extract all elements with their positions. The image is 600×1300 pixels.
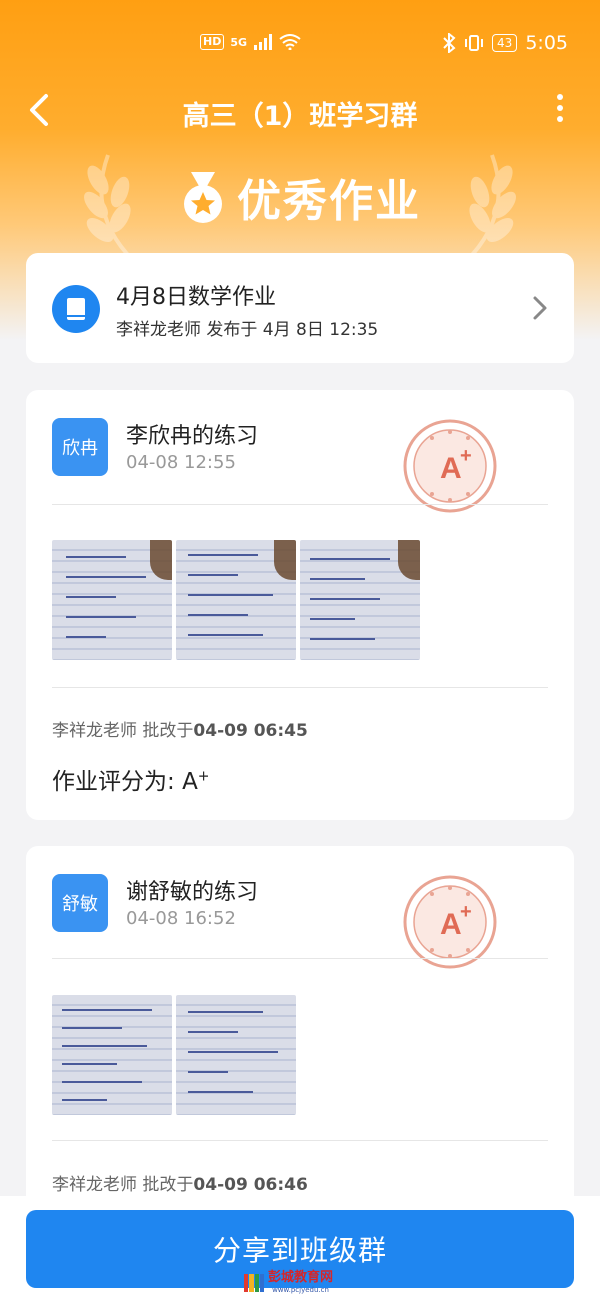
- banner-title: 优秀作业: [237, 176, 421, 227]
- avatar[interactable]: 舒敏: [52, 874, 108, 932]
- submission-title: 谢舒敏的练习: [126, 880, 259, 905]
- vibrate-icon: [465, 35, 484, 51]
- submission-card: 欣冉 李欣冉的练习 04-08 12:55 A + 李祥龙老师 批改于04-09…: [26, 390, 574, 820]
- bluetooth-icon: [443, 33, 456, 53]
- signal-icon: [254, 34, 273, 50]
- watermark-url: www.pcjyedu.cn: [272, 1286, 329, 1294]
- hd-badge: HD: [200, 34, 225, 50]
- photo-strip: [52, 995, 296, 1115]
- status-left: HD 5G: [200, 34, 301, 50]
- divider: [52, 504, 548, 505]
- medal-icon: [184, 172, 222, 223]
- status-bar: HD 5G 43 5:05: [0, 30, 600, 60]
- score-grade: A: [182, 769, 198, 795]
- submission-card: 舒敏 谢舒敏的练习 04-08 16:52 A + 李祥龙老师 批改于04-09…: [26, 846, 574, 1226]
- svg-text:A: A: [440, 908, 462, 941]
- photo-strip: [52, 540, 420, 660]
- battery-icon: 43: [492, 34, 518, 52]
- book-icon: [52, 285, 100, 333]
- grader-time: 04-09 06:45: [193, 721, 308, 741]
- grader-info: 李祥龙老师 批改于04-09 06:46: [52, 1170, 308, 1195]
- banner: 优秀作业: [0, 162, 600, 232]
- grade-stamp-icon: A +: [403, 419, 497, 513]
- score-text: 作业评分为: A+: [52, 762, 210, 796]
- divider: [52, 1140, 548, 1141]
- grader-info: 李祥龙老师 批改于04-09 06:45: [52, 716, 308, 741]
- score-plus-mark: +: [197, 768, 210, 785]
- status-right: 43 5:05: [442, 32, 568, 54]
- chevron-right-icon: [533, 296, 547, 320]
- books-logo-icon: [244, 1274, 264, 1292]
- submission-time: 04-08 12:55: [126, 452, 236, 473]
- grader-prefix: 李祥龙老师 批改于: [52, 1175, 194, 1195]
- grade-stamp-icon: A +: [403, 875, 497, 969]
- grader-prefix: 李祥龙老师 批改于: [52, 721, 194, 741]
- wifi-icon: [279, 34, 301, 50]
- svg-text:+: +: [460, 445, 472, 467]
- svg-text:+: +: [460, 901, 472, 923]
- page-title: 高三（1）班学习群: [182, 101, 418, 132]
- network-type: 5G: [230, 35, 248, 49]
- homework-card[interactable]: 4月8日数学作业 李祥龙老师 发布于 4月 8日 12:35: [26, 253, 574, 363]
- homework-photo[interactable]: [176, 995, 296, 1115]
- watermark: 彭城教育网 www.pcjyedu.cn: [244, 1270, 333, 1298]
- homework-photo[interactable]: [176, 540, 296, 660]
- title-bar: 高三（1）班学习群: [0, 82, 600, 138]
- divider: [52, 958, 548, 959]
- homework-photo[interactable]: [300, 540, 420, 660]
- homework-title: 4月8日数学作业: [116, 285, 276, 310]
- submission-title: 李欣冉的练习: [126, 424, 259, 449]
- homework-subtitle: 李祥龙老师 发布于 4月 8日 12:35: [116, 320, 379, 340]
- homework-photo[interactable]: [52, 995, 172, 1115]
- more-options-icon[interactable]: [554, 94, 566, 126]
- avatar[interactable]: 欣冉: [52, 418, 108, 476]
- status-time: 5:05: [525, 32, 568, 54]
- homework-photo[interactable]: [52, 540, 172, 660]
- submission-time: 04-08 16:52: [126, 908, 236, 929]
- watermark-name: 彭城教育网: [268, 1270, 334, 1285]
- grader-time: 04-09 06:46: [193, 1175, 308, 1195]
- score-label: 作业评分为:: [52, 769, 175, 795]
- divider: [52, 687, 548, 688]
- svg-text:A: A: [440, 452, 462, 485]
